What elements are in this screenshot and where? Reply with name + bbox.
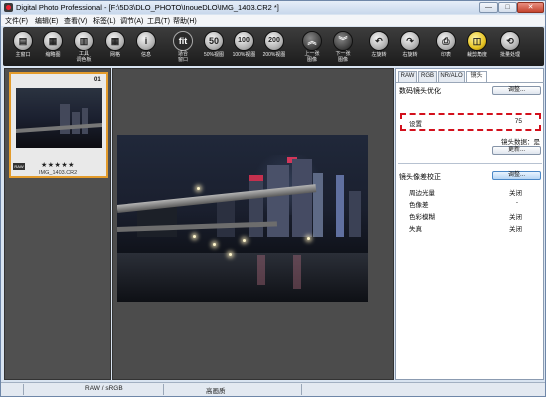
thumbnails-icon: ▦	[48, 36, 58, 46]
thumbnail-view-button[interactable]: ▦ 缩略图	[38, 29, 68, 65]
next-image-button[interactable]: ︾ 下一张 图像	[328, 29, 358, 65]
aberration-section-title: 镜头像差校正	[399, 174, 441, 181]
batch-process-button[interactable]: ⟲ 批量处理	[495, 29, 525, 65]
aberration-adjust-button[interactable]: 调整...	[492, 171, 541, 180]
menu-label[interactable]: 标签(L)	[93, 16, 116, 26]
crop-angle-button[interactable]: ◫ 裁剪角度	[462, 29, 492, 65]
toolbar-label: 批量处理	[499, 52, 520, 58]
distortion-label: 失真	[409, 226, 422, 233]
rotate-right-button[interactable]: ↷ 右旋转	[395, 29, 425, 65]
palette-tabs: RAW RGB NR/ALO 镜头	[396, 71, 544, 83]
star-rating[interactable]: ★★★★★	[41, 161, 75, 169]
zoom-50-icon: 50	[208, 36, 219, 46]
grid-button[interactable]: ▦ 网格	[100, 29, 130, 65]
toolbar-label: 下一张 图像	[335, 51, 351, 63]
status-bar: RAW / sRGB 高画质	[1, 382, 545, 396]
zoom-200-icon: 200	[268, 37, 280, 44]
print-icon: ⎙	[442, 36, 450, 46]
dlo-setting-value[interactable]: 75	[515, 118, 522, 125]
chromatic-aberration-value: -	[515, 199, 518, 206]
window-title: Digital Photo Professional - [F:\5D3\DLO…	[16, 3, 279, 12]
zoom-50-button[interactable]: 50 50%视图	[199, 29, 229, 65]
menu-help[interactable]: 帮助(H)	[173, 16, 197, 26]
raw-badge: RAW	[13, 163, 25, 170]
tab-nr-alo[interactable]: NR/ALO	[438, 71, 465, 82]
peripheral-illumination-label: 周边光量	[409, 190, 435, 197]
fit-window-icon: fit	[178, 36, 188, 46]
info-button[interactable]: i 信息	[131, 29, 161, 65]
fit-window-button[interactable]: fit 适合 窗口	[168, 29, 198, 65]
crop-angle-icon: ◫	[472, 36, 482, 46]
tab-rgb[interactable]: RGB	[418, 71, 437, 82]
toolbar-label: 右旋转	[402, 52, 418, 58]
color-space-status: RAW / sRGB	[85, 385, 123, 392]
menu-adjust[interactable]: 调节(A)	[120, 16, 143, 26]
toolbar: ▤ 主窗口 ▦ 缩略图 ▥ 工具 调色板 ▦ 网格 i 信息 fit 适合 窗口 50 50%…	[3, 27, 544, 66]
menu-view[interactable]: 查看(V)	[64, 16, 87, 26]
minimize-button[interactable]: —	[479, 2, 498, 13]
dlo-setting-label: 设置	[409, 121, 422, 128]
close-button[interactable]: ✕	[517, 2, 544, 13]
distortion-value: 关闭	[509, 226, 522, 233]
rotate-left-button[interactable]: ↶ 左旋转	[364, 29, 394, 65]
rotate-left-icon: ↶	[375, 36, 383, 46]
menu-bar: 文件(F) 编辑(E) 查看(V) 标签(L) 调节(A) 工具(T) 帮助(H…	[1, 15, 545, 26]
tool-palette: RAW RGB NR/ALO 镜头 数码镜头优化 调整... 设置 75 镜头数…	[395, 68, 544, 380]
toolbar-label: 信息	[140, 52, 151, 58]
menu-edit[interactable]: 编辑(E)	[35, 16, 58, 26]
title-bar: Digital Photo Professional - [F:\5D3\DLO…	[1, 1, 545, 14]
application-window: Digital Photo Professional - [F:\5D3\DLO…	[0, 0, 546, 397]
grid-icon: ▦	[110, 36, 120, 46]
tab-raw[interactable]: RAW	[398, 71, 417, 82]
main-window-button[interactable]: ▤ 主窗口	[8, 29, 38, 65]
quality-status: 高画质	[206, 388, 226, 395]
thumbnail-panel: 01 RAW ★★★★★ IMG_1403.CR2	[4, 68, 111, 380]
color-blur-label: 色彩模糊	[409, 214, 435, 221]
color-blur-value: 关闭	[509, 214, 522, 221]
dlo-section-title: 数码镜头优化	[399, 88, 441, 95]
tool-palette-icon: ▥	[79, 36, 89, 46]
menu-file[interactable]: 文件(F)	[5, 16, 28, 26]
app-icon	[4, 3, 13, 12]
next-image-icon: ︾	[338, 36, 348, 46]
thumbnail-image	[16, 88, 102, 148]
tool-palette-button[interactable]: ▥ 工具 调色板	[69, 29, 99, 65]
lens-data-status: 镜头数据：是	[501, 139, 540, 146]
thumbnail-filename: IMG_1403.CR2	[39, 170, 78, 176]
toolbar-label: 200%视图	[262, 52, 286, 58]
menu-tools[interactable]: 工具(T)	[147, 16, 170, 26]
lens-tab-content: 数码镜头优化 调整... 设置 75 镜头数据：是 更新... 镜头像差校正 调…	[396, 82, 544, 380]
peripheral-illumination-value: 关闭	[509, 190, 522, 197]
section-divider	[398, 163, 542, 164]
dlo-adjust-button[interactable]: 调整...	[492, 86, 541, 95]
image-viewer	[112, 68, 394, 380]
previous-image-icon: ︽	[307, 36, 317, 46]
thumbnail-badge: 01	[94, 77, 101, 83]
zoom-200-button[interactable]: 200 200%视图	[259, 29, 289, 65]
preview-photo	[117, 135, 368, 302]
info-icon: i	[144, 36, 148, 46]
folder-icon: ▤	[18, 36, 28, 46]
zoom-100-icon: 100	[238, 37, 250, 44]
batch-process-icon: ⟲	[506, 36, 514, 46]
zoom-100-button[interactable]: 100 100%视图	[229, 29, 259, 65]
maximize-button[interactable]: □	[498, 2, 517, 13]
update-button[interactable]: 更新...	[492, 146, 541, 155]
thumbnail-item[interactable]: 01 RAW ★★★★★ IMG_1403.CR2	[9, 72, 108, 178]
print-button[interactable]: ⎙ 印表	[431, 29, 461, 65]
rotate-right-icon: ↷	[406, 36, 414, 46]
chromatic-aberration-label: 色像差	[409, 202, 429, 209]
previous-image-button[interactable]: ︽ 上一张 图像	[297, 29, 327, 65]
